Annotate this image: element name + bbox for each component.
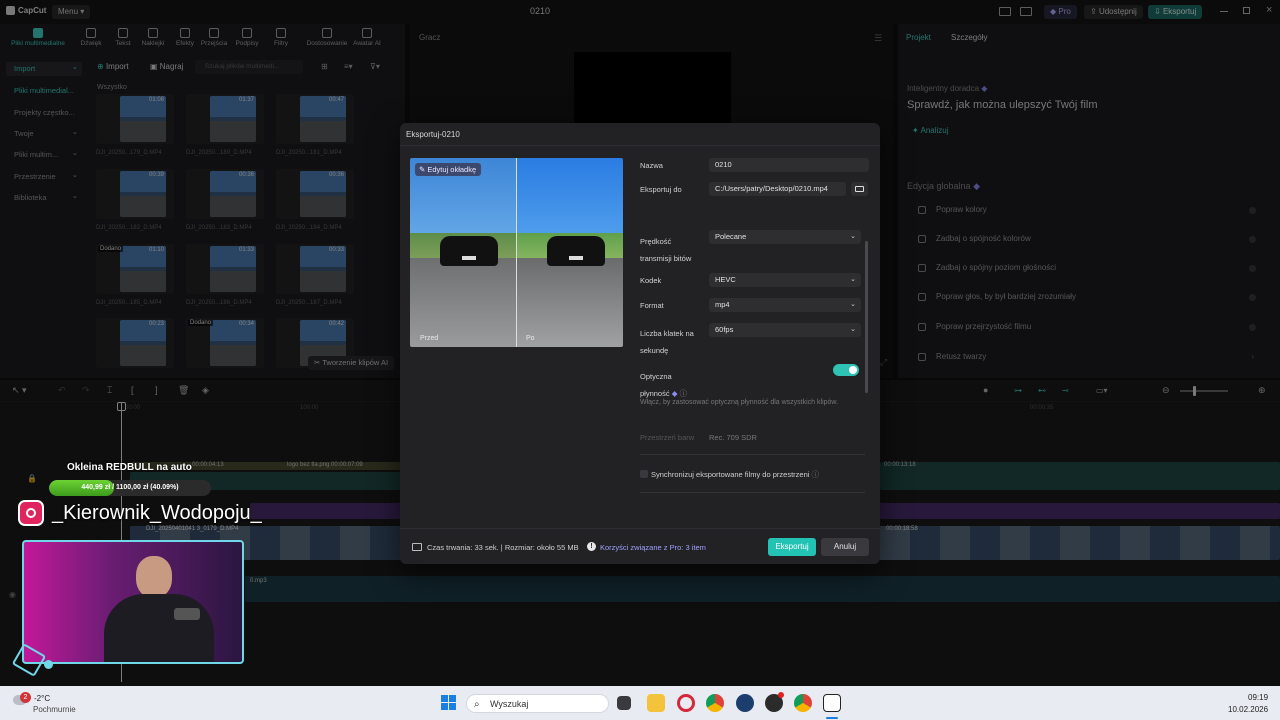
task-view-icon[interactable] <box>617 696 631 710</box>
pro-info-icon: ! <box>587 542 596 551</box>
preview-split-line <box>516 158 517 347</box>
bitrate-select[interactable]: Polecane ⌄ <box>709 230 861 244</box>
start-icon[interactable] <box>440 694 458 712</box>
film-icon <box>412 543 422 551</box>
codec-label: Kodek <box>640 276 662 285</box>
goal-title: Okleina REDBULL na auto <box>67 462 192 473</box>
export-path-input[interactable]: C:/Users/patry/Desktop/0210.mp4 <box>709 182 846 196</box>
folder-icon[interactable] <box>851 182 868 196</box>
info-icon[interactable]: ⓘ <box>680 389 688 398</box>
before-label: Przed <box>420 335 439 342</box>
weather-badge: 2 <box>20 692 31 703</box>
export-to-label: Eksportuj do <box>640 185 682 194</box>
chevron-down-icon: ⌄ <box>850 233 856 240</box>
car-image <box>440 236 498 266</box>
sync-label: Synchronizuj eksportowane filmy do przes… <box>651 470 820 479</box>
sync-checkbox[interactable] <box>640 470 648 478</box>
color-space-value: Rec. 709 SDR <box>709 433 757 442</box>
footer-divider <box>400 528 880 529</box>
webcam-feed <box>22 540 244 664</box>
chevron-down-icon: ⌄ <box>850 276 856 283</box>
clock-date[interactable]: 10.02.2026 <box>1228 705 1268 714</box>
goal-progress-text: 440,99 zł / 1100,00 zł (40.09%) <box>81 484 179 491</box>
clock-time[interactable]: 09:19 <box>1248 693 1268 702</box>
fps-select[interactable]: 60fps ⌄ <box>709 323 861 337</box>
search-icon: ⌕ <box>474 699 480 710</box>
export-dialog-title: Eksportuj-0210 <box>406 130 460 139</box>
section-divider <box>640 492 865 493</box>
duration-info: Czas trwania: 33 sek. | Rozmiar: około 5… <box>427 543 579 552</box>
dialog-divider <box>400 145 880 146</box>
instagram-icon <box>18 500 44 526</box>
windows-taskbar: 2 -2°C Pochmurnie ⌕ Wyszukaj 09:19 10.02… <box>0 686 1280 720</box>
color-space-label: Przestrzeń barw <box>640 433 695 442</box>
pro-benefits-link[interactable]: Korzyści związane z Pro: 3 item <box>600 543 706 552</box>
instagram-name: _Kierownik_Wodopoju_ <box>52 501 262 524</box>
name-label: Nazwa <box>640 161 663 170</box>
pro-diamond-icon: ◆ <box>671 389 678 398</box>
preview-before <box>410 158 517 347</box>
dot-decoration <box>44 660 53 669</box>
format-label: Format <box>640 301 664 310</box>
capcut-icon[interactable] <box>823 694 841 712</box>
car-image <box>547 236 605 266</box>
bitrate-label: Prędkość transmisji bitów <box>640 237 692 263</box>
person-head <box>136 556 172 598</box>
active-indicator <box>826 717 838 719</box>
weather-temp[interactable]: -2°C <box>34 694 50 703</box>
section-divider <box>640 454 865 455</box>
edit-cover-button[interactable]: ✎ Edytuj okładkę <box>415 163 482 176</box>
opera-icon[interactable] <box>677 694 695 712</box>
goal-progress-bar: 440,99 zł / 1100,00 zł (40.09%) <box>49 480 211 496</box>
preview-after <box>517 158 623 347</box>
file-explorer-icon[interactable] <box>647 694 665 712</box>
taskbar-search[interactable]: ⌕ Wyszukaj <box>466 694 609 713</box>
cover-preview: ✎ Edytuj okładkę Przed Po <box>410 158 623 347</box>
name-input[interactable]: 0210 <box>709 158 869 172</box>
phone <box>174 608 200 620</box>
fps-label: Liczba klatek na sekundę <box>640 329 694 355</box>
instagram-handle: _Kierownik_Wodopoju_ <box>18 500 262 526</box>
optical-flow-toggle[interactable] <box>833 364 859 376</box>
dialog-scrollbar[interactable] <box>865 241 868 393</box>
optical-flow-hint: Włącz, by zastosować optyczną płynność d… <box>640 399 839 406</box>
optical-flow-label: Optyczna płynność ◆ ⓘ <box>640 372 688 398</box>
chrome-icon[interactable] <box>706 694 724 712</box>
chevron-down-icon: ⌄ <box>850 301 856 308</box>
codec-select[interactable]: HEVC ⌄ <box>709 273 861 287</box>
chrome-icon[interactable] <box>794 694 812 712</box>
cancel-button[interactable]: Anuluj <box>821 538 869 556</box>
weather-desc[interactable]: Pochmurnie <box>33 705 76 714</box>
after-label: Po <box>526 335 535 342</box>
chevron-down-icon: ⌄ <box>850 326 856 333</box>
format-select[interactable]: mp4 ⌄ <box>709 298 861 312</box>
steam-icon[interactable] <box>736 694 754 712</box>
export-button[interactable]: Eksportuj <box>768 538 816 556</box>
person-body <box>104 594 214 662</box>
export-dialog: Eksportuj-0210 ✎ Edytuj okładkę Przed Po… <box>400 123 880 564</box>
notification-dot <box>778 692 784 698</box>
info-icon[interactable]: ⓘ <box>812 470 820 479</box>
